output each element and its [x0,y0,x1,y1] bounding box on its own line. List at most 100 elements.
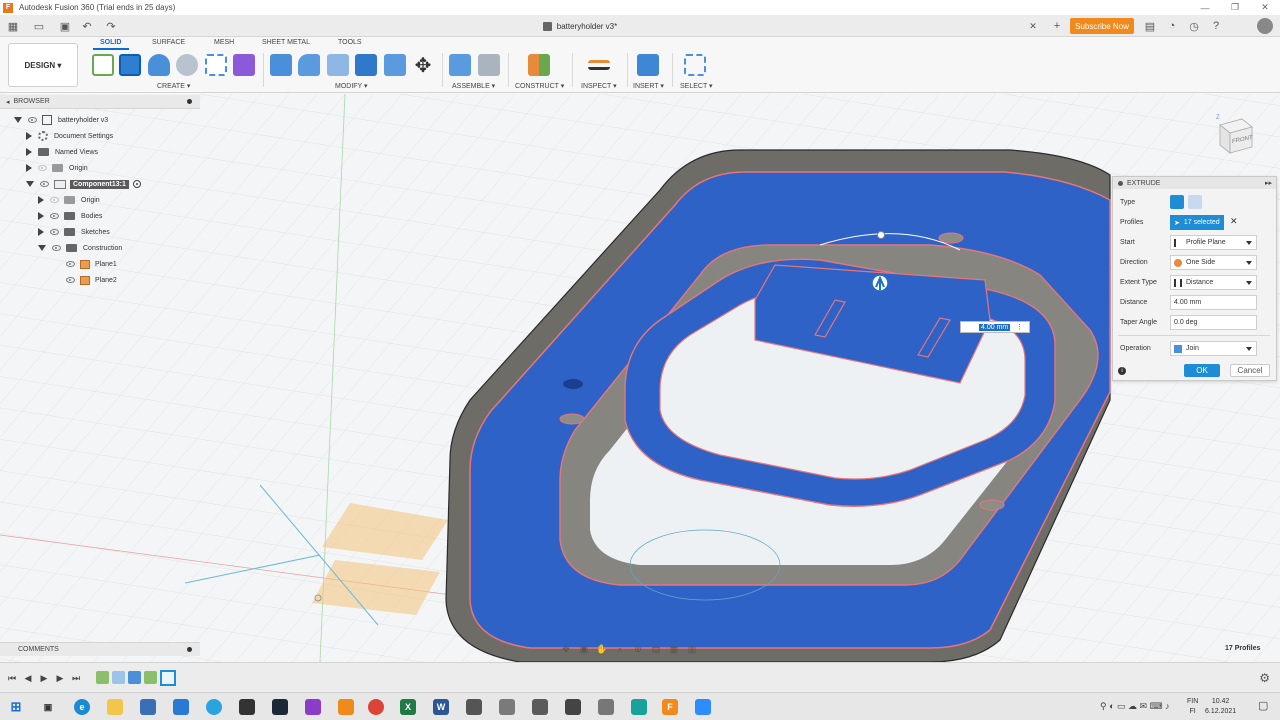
direction-dropdown[interactable]: One Side [1170,255,1257,270]
pin-icon[interactable] [1118,180,1123,186]
tab-tools[interactable]: TOOLS [338,39,362,46]
word-icon[interactable]: W [433,699,449,715]
expand-arrow-icon[interactable] [38,245,46,251]
visibility-icon[interactable] [50,229,59,235]
new-tab-icon[interactable]: + [1050,19,1064,33]
job-status-icon[interactable]: ◔ [1165,19,1179,33]
thin-type-icon[interactable] [1188,195,1202,209]
press-pull-icon[interactable] [270,54,292,76]
app-icon[interactable] [499,699,515,715]
mail-icon[interactable] [173,699,189,715]
save-icon[interactable]: ▣ [58,19,72,33]
task-view-icon[interactable]: ▣ [40,699,56,715]
distance-input-field[interactable]: 4.00 mm ⋮ [960,321,1030,333]
notifications-icon[interactable]: ◷ [1187,19,1201,33]
telegram-icon[interactable] [206,699,222,715]
construct-menu[interactable]: CONSTRUCT ▾ [515,82,564,90]
inspect-menu[interactable]: INSPECT ▾ [581,82,617,90]
extrude-icon[interactable] [119,54,141,76]
select-menu[interactable]: SELECT ▾ [680,82,713,90]
tree-item-named-views[interactable]: Named Views [26,145,98,159]
grid-settings-icon[interactable]: ▦ [668,644,680,654]
step-back-icon[interactable]: ◀ [22,672,34,684]
vlc-icon[interactable] [338,699,354,715]
clear-selection-icon[interactable]: ✕ [1230,216,1238,227]
minimize-button[interactable]: — [1190,0,1220,15]
tab-mesh[interactable]: MESH [214,39,234,46]
tab-surface[interactable]: SURFACE [152,39,185,46]
notifications-icon[interactable]: ▢ [1258,699,1268,712]
start-dropdown[interactable]: Profile Plane [1170,235,1257,250]
operation-dropdown[interactable]: Join [1170,341,1257,356]
tab-sheet-metal[interactable]: SHEET METAL [262,39,310,46]
app-icon[interactable] [631,699,647,715]
tree-item-construction[interactable]: Construction [38,241,122,255]
more-options-icon[interactable]: ⋮ [1014,323,1025,331]
subscribe-button[interactable]: Subscribe Now [1070,18,1134,34]
expand-arrow-icon[interactable] [38,212,44,220]
new-component-icon[interactable] [449,54,471,76]
redo-icon[interactable]: ↷ [104,19,118,33]
step-forward-icon[interactable]: ▶ [54,672,66,684]
extent-type-dropdown[interactable]: Distance [1170,275,1257,290]
zoom-icon[interactable]: ⌕ [614,644,626,654]
comments-panel[interactable]: COMMENTS [0,642,200,656]
pin-icon[interactable] [187,99,192,104]
look-at-icon[interactable]: ▣ [578,644,590,654]
edge-icon[interactable]: e [74,699,90,715]
orbit-icon[interactable]: ✥ [560,644,572,654]
create-menu[interactable]: CREATE ▾ [157,82,190,90]
solid-type-icon[interactable] [1170,195,1184,209]
ok-button[interactable]: OK [1184,364,1220,377]
distance-input-value[interactable]: 4.00 mm [979,323,1011,331]
workspace-switcher[interactable]: DESIGN ▾ [8,43,78,87]
close-button[interactable]: ✕ [1250,0,1280,15]
app-icon[interactable] [305,699,321,715]
fillet-icon[interactable] [298,54,320,76]
revolve-icon[interactable] [148,54,170,76]
maximize-button[interactable]: ❐ [1220,0,1250,15]
tree-item-bodies[interactable]: Bodies [38,209,102,223]
create-sketch-icon[interactable] [92,54,114,76]
app-icon[interactable] [466,699,482,715]
close-tab-icon[interactable]: ✕ [1026,19,1040,33]
scale-icon[interactable] [384,54,406,76]
undo-icon[interactable]: ↶ [80,19,94,33]
extrude-dialog-header[interactable]: EXTRUDE ▸▸ [1113,177,1276,189]
expand-arrow-icon[interactable]: ▸▸ [1265,179,1272,187]
tree-item-sketches[interactable]: Sketches [38,225,110,239]
select-icon[interactable] [684,54,706,76]
timeline-feature-icon[interactable] [112,671,125,684]
timeline-sketch-icon[interactable] [96,671,109,684]
help-icon[interactable]: ? [1209,19,1223,33]
distance-field[interactable]: 4.00 mm [1170,295,1257,310]
user-avatar[interactable] [1257,18,1273,34]
go-to-end-icon[interactable]: ⏭ [70,672,82,684]
play-icon[interactable]: ▶ [38,672,50,684]
timeline-marker[interactable] [160,670,176,686]
tab-solid[interactable]: SOLID [100,39,121,46]
expand-arrow-icon[interactable] [26,164,32,172]
zoom-app-icon[interactable] [695,699,711,715]
visibility-icon[interactable] [40,181,49,187]
profiles-select-button[interactable]: ➤ 17 selected [1170,215,1224,230]
pan-icon[interactable]: ✋ [596,644,608,654]
info-icon[interactable]: i [1118,367,1126,375]
excel-icon[interactable]: X [400,699,416,715]
expand-arrow-icon[interactable] [26,181,34,187]
app-icon[interactable] [598,699,614,715]
app-icon[interactable] [239,699,255,715]
clock[interactable]: 10.42 6.12.2021 [1205,697,1236,717]
chat-icon[interactable]: ▤ [1143,19,1157,33]
language-indicator[interactable]: FIN FI [1187,697,1198,717]
file-menu-icon[interactable]: ▭ [32,19,46,33]
browser-header[interactable]: ◂ BROWSER [0,95,200,109]
timeline-extrude-icon[interactable] [128,671,141,684]
app-icon[interactable] [565,699,581,715]
viewports-icon[interactable]: ▥ [686,644,698,654]
tree-item-component[interactable]: Component13:1 [26,177,141,191]
expand-arrow-icon[interactable] [38,228,44,236]
fusion-taskbar-icon[interactable]: F [662,699,678,715]
view-cube[interactable]: Z FRONT [1214,113,1254,155]
activate-radio-icon[interactable] [132,180,141,188]
